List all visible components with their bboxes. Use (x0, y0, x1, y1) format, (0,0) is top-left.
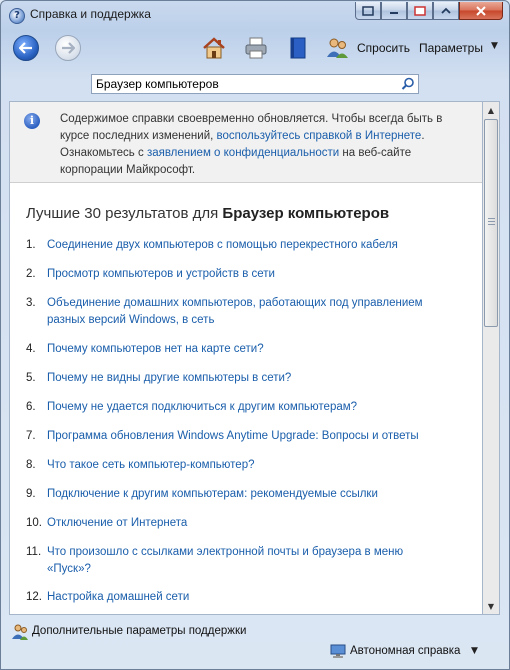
result-link[interactable]: Что произошло с ссылками электронной поч… (47, 544, 447, 578)
info-text: Содержимое справки своевременно обновляе… (60, 111, 470, 179)
maximize-icon (414, 5, 426, 16)
result-link[interactable]: Настройка домашней сети (47, 589, 447, 606)
results-heading-prefix: Лучшие 30 результатов для (26, 205, 223, 222)
back-button[interactable] (13, 35, 39, 61)
result-link[interactable]: Почему не видны другие компьютеры в сети… (47, 370, 447, 387)
forward-button[interactable] (55, 35, 81, 61)
help-app-icon: ? (9, 8, 25, 24)
people-icon[interactable] (324, 35, 350, 61)
close-icon (476, 5, 486, 16)
chevron-up-icon (441, 7, 451, 14)
minimize-button[interactable] (381, 2, 407, 20)
result-link[interactable]: Подключение к другим компьютерам: рекоме… (47, 486, 447, 503)
result-link[interactable]: Объединение домашних компьютеров, работа… (47, 295, 447, 329)
online-help-link[interactable]: воспользуйтесь справкой в Интернете (217, 130, 422, 142)
maximize-button[interactable] (407, 2, 433, 20)
restore-button[interactable] (355, 2, 381, 20)
results-heading-query: Браузер компьютеров (222, 205, 390, 222)
more-support-options-link[interactable]: Дополнительные параметры поддержки (32, 625, 246, 637)
search-input[interactable] (96, 76, 386, 92)
options-menu[interactable]: Параметры (419, 41, 483, 55)
support-people-icon (12, 624, 28, 640)
close-button[interactable] (459, 2, 503, 20)
caption-buttons (355, 2, 503, 21)
status-chevron-down-icon[interactable]: ▼ (471, 646, 478, 656)
result-link[interactable]: Почему не удается подключиться к другим … (47, 399, 447, 416)
scroll-down-button[interactable]: ▼ (483, 598, 499, 614)
results-heading: Лучшие 30 результатов для Браузер компью… (26, 205, 389, 222)
printer-icon[interactable] (243, 35, 269, 61)
result-link[interactable]: Программа обновления Windows Anytime Upg… (47, 428, 447, 445)
vertical-scrollbar[interactable]: ▲ ▼ (483, 101, 500, 615)
help-window: ? Справка и поддержка Спросить Параметры… (0, 0, 510, 670)
title-bar: ? Справка и поддержка (1, 1, 509, 29)
chevron-down-icon[interactable]: ▼ (491, 41, 498, 51)
search-box (91, 74, 419, 94)
result-link[interactable]: Что такое сеть компьютер-компьютер? (47, 457, 447, 474)
privacy-statement-link[interactable]: заявлением о конфиденциальности (147, 147, 339, 159)
result-link[interactable]: Отключение от Интернета (47, 515, 447, 532)
offline-help-status[interactable]: Автономная справка (350, 645, 460, 657)
window-title: Справка и поддержка (30, 7, 151, 21)
forward-arrow-icon (62, 42, 75, 54)
help-content-pane: i Содержимое справки своевременно обновл… (9, 101, 483, 615)
ask-button[interactable]: Спросить (357, 41, 410, 55)
home-icon[interactable] (201, 35, 227, 61)
restore-icon (362, 5, 374, 16)
minimize-icon (390, 11, 398, 14)
scroll-thumb[interactable] (484, 119, 498, 327)
toolbar: Спросить Параметры ▼ (1, 31, 509, 67)
result-link[interactable]: Почему компьютеров нет на карте сети? (47, 341, 447, 358)
computer-icon (330, 644, 346, 658)
search-icon[interactable] (401, 77, 415, 91)
info-banner: i Содержимое справки своевременно обновл… (10, 102, 482, 183)
help-chevron-button[interactable] (433, 2, 459, 20)
book-icon[interactable] (285, 35, 311, 61)
result-link[interactable]: Соединение двух компьютеров с помощью пе… (47, 237, 447, 254)
bottom-bar: Дополнительные параметры поддержки Автон… (1, 617, 509, 669)
info-icon: i (24, 113, 40, 129)
scroll-up-button[interactable]: ▲ (483, 102, 499, 118)
result-link[interactable]: Просмотр компьютеров и устройств в сети (47, 266, 447, 283)
back-arrow-icon (19, 42, 32, 54)
thumb-grip (488, 218, 495, 225)
